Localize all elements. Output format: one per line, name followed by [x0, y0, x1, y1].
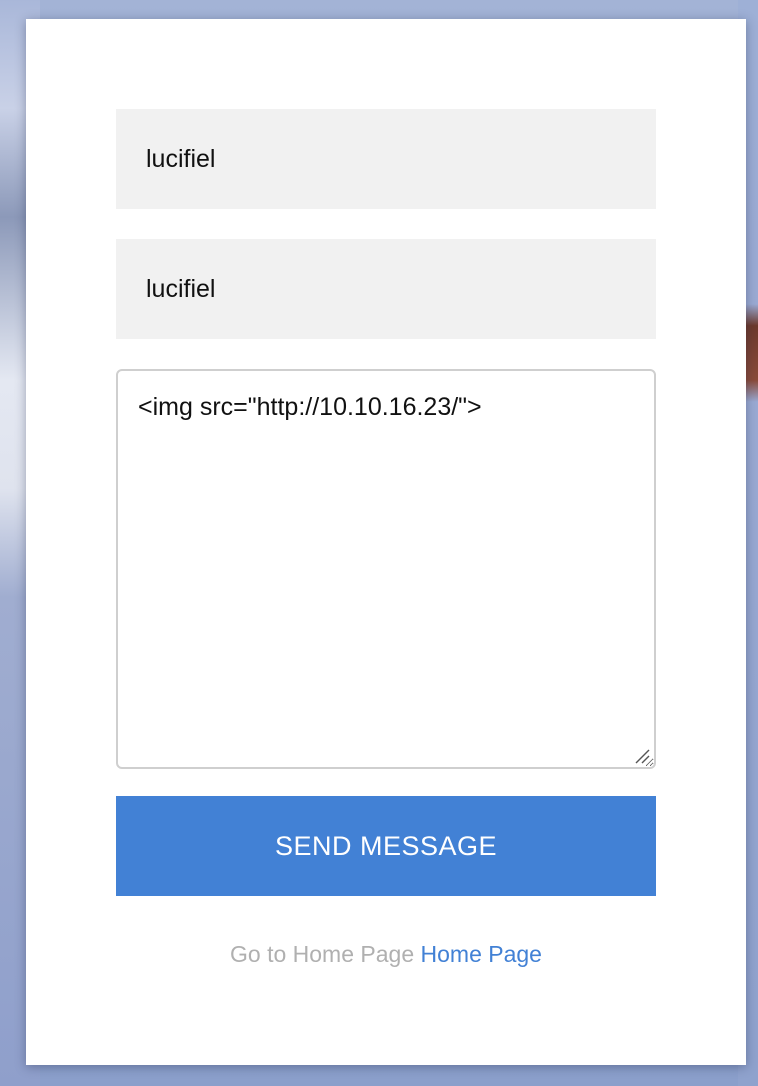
resize-handle-icon[interactable] — [632, 746, 650, 764]
footer-line: Go to Home Page Home Page — [26, 941, 746, 968]
home-page-link[interactable]: Home Page — [421, 941, 542, 967]
footer-text: Go to Home Page — [230, 941, 415, 967]
email-input[interactable] — [116, 239, 656, 339]
name-input[interactable] — [116, 109, 656, 209]
message-textarea[interactable]: <img src="http://10.10.16.23/"> — [116, 369, 656, 769]
contact-form-card: <img src="http://10.10.16.23/"> SEND MES… — [26, 19, 746, 1065]
send-message-button[interactable]: SEND MESSAGE — [116, 796, 656, 896]
